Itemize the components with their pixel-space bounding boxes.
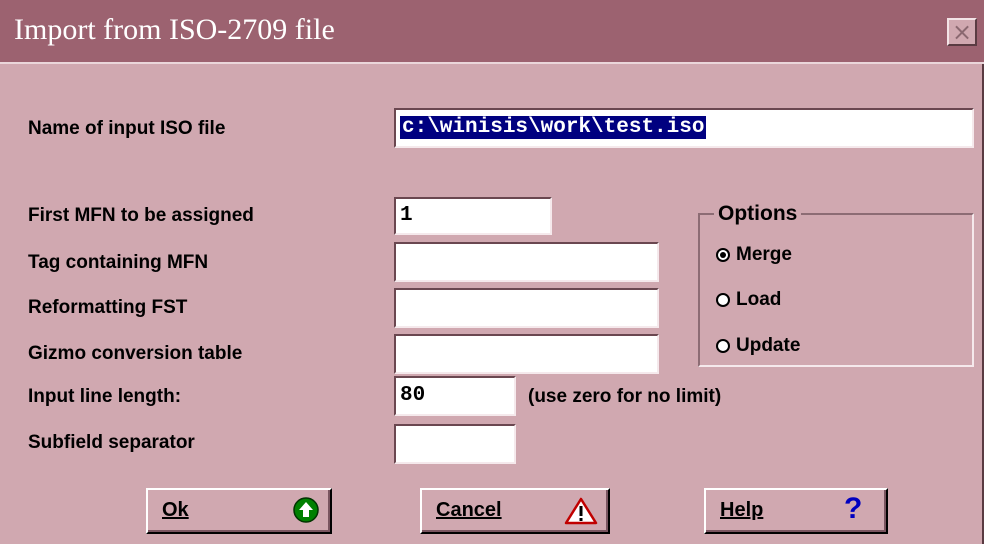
merge-radio[interactable]: Merge — [716, 244, 792, 266]
subfield-sep-label: Subfield separator — [28, 432, 195, 453]
subfield-sep-field[interactable] — [394, 424, 516, 464]
radio-unselected-icon — [716, 339, 730, 353]
input-file-field[interactable]: c:\winisis\work\test.iso — [394, 108, 974, 148]
window-title: Import from ISO-2709 file — [14, 13, 335, 46]
reformat-fst-field[interactable] — [394, 288, 659, 328]
green-up-arrow-icon — [292, 496, 320, 529]
input-file-label: Name of input ISO file — [28, 118, 226, 139]
close-icon: × — [951, 18, 973, 46]
ok-button[interactable]: Ok — [146, 488, 332, 534]
radio-unselected-icon — [716, 293, 730, 307]
input-file-value: c:\winisis\work\test.iso — [400, 116, 707, 139]
radio-selected-icon — [716, 248, 730, 262]
tag-mfn-field[interactable] — [394, 242, 659, 282]
help-button[interactable]: Help ? — [704, 488, 888, 534]
reformat-fst-label: Reformatting FST — [28, 297, 188, 318]
gizmo-field[interactable] — [394, 334, 659, 374]
load-radio-label: Load — [736, 289, 782, 310]
line-length-label: Input line length: — [28, 386, 182, 407]
question-mark-icon: ? — [844, 492, 863, 525]
options-legend: Options — [714, 202, 802, 226]
warning-triangle-icon — [564, 496, 598, 531]
load-radio[interactable]: Load — [716, 289, 781, 311]
import-dialog: Import from ISO-2709 file × Name of inpu… — [0, 0, 984, 544]
title-bar[interactable]: Import from ISO-2709 file × — [0, 0, 984, 64]
line-length-hint: (use zero for no limit) — [528, 386, 722, 407]
close-button[interactable]: × — [947, 18, 977, 46]
merge-radio-label: Merge — [736, 244, 792, 265]
update-radio-label: Update — [736, 335, 801, 356]
ok-button-label: Ok — [162, 499, 189, 521]
tag-mfn-label: Tag containing MFN — [28, 252, 209, 273]
update-radio[interactable]: Update — [716, 335, 800, 357]
cancel-button[interactable]: Cancel — [420, 488, 610, 534]
line-length-field[interactable]: 80 — [394, 376, 516, 416]
cancel-button-label: Cancel — [436, 499, 502, 521]
gizmo-label: Gizmo conversion table — [28, 343, 243, 364]
help-button-label: Help — [720, 499, 764, 521]
first-mfn-field[interactable]: 1 — [394, 197, 552, 235]
first-mfn-label: First MFN to be assigned — [28, 205, 254, 226]
